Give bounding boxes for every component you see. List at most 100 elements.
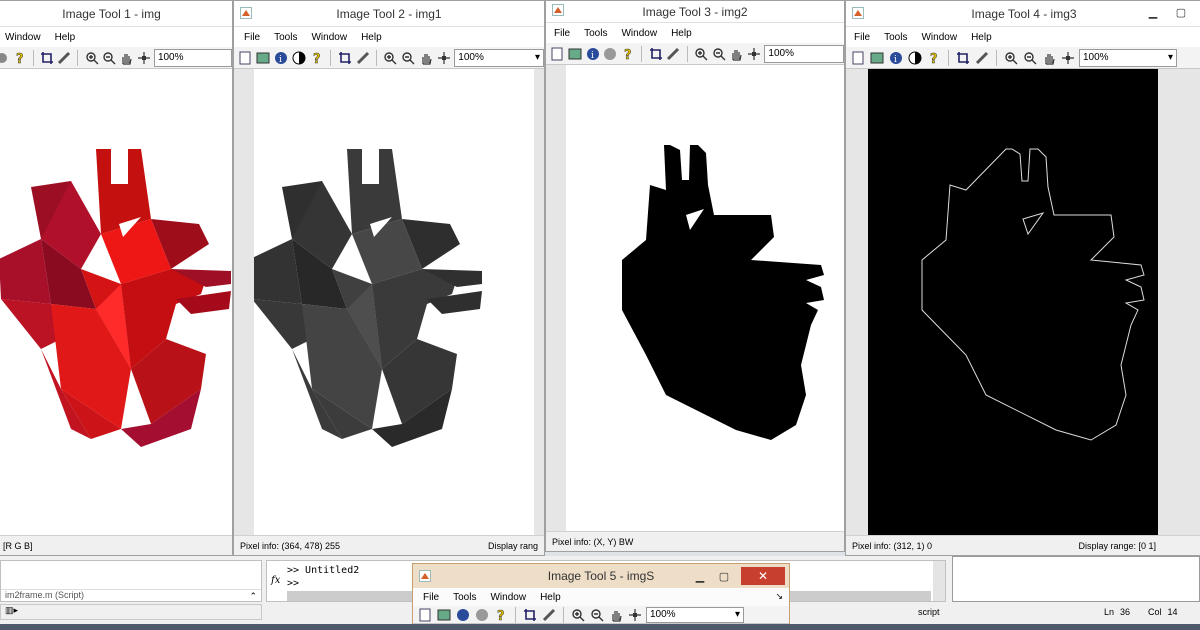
ruler-icon[interactable] [541,607,557,623]
menu-file[interactable]: File [854,32,870,43]
crop-icon[interactable] [522,607,538,623]
svg-text:?: ? [16,52,24,65]
menu-help[interactable]: Help [540,592,561,603]
zoom-select[interactable]: 100% ▾ [454,48,544,67]
maximize-icon[interactable]: ▢ [1174,5,1188,19]
window-titlebar[interactable]: Image Tool 4 - img3 ▁ ▢ [846,1,1200,27]
ruler-icon[interactable] [57,50,71,66]
minimize-icon[interactable]: ▁ [1146,5,1160,19]
image-info-icon[interactable] [256,50,271,66]
zoom-in-icon[interactable] [84,50,99,66]
pixel-region-icon[interactable] [137,50,151,66]
menu-tools[interactable]: Tools [453,592,476,603]
zoom-out-icon[interactable] [1022,50,1038,66]
help-icon[interactable]: ? [12,50,26,66]
menu-window[interactable]: Window [5,32,41,43]
maximize-icon[interactable]: ▢ [717,569,731,583]
menu-window[interactable]: Window [311,32,347,43]
info-icon[interactable]: i [888,50,904,66]
window-titlebar[interactable]: Image Tool 1 - img [0,1,232,27]
image-canvas[interactable] [0,69,232,535]
menu-help[interactable]: Help [971,32,992,43]
crop-icon[interactable] [337,50,352,66]
pixel-region-icon[interactable] [747,46,762,62]
menu-file[interactable]: File [554,28,570,39]
pixel-region-icon[interactable] [1060,50,1076,66]
zoom-in-icon[interactable] [1003,50,1019,66]
close-icon[interactable]: ✕ [741,567,785,585]
window-titlebar[interactable]: Image Tool 2 - img1 [234,1,544,27]
pan-hand-icon[interactable] [608,607,624,623]
image-canvas[interactable] [846,69,1200,535]
toolbar-separator [563,606,564,623]
zoom-select[interactable]: 100% ▾ [1079,48,1177,67]
contrast-icon[interactable] [907,50,923,66]
contrast-icon[interactable] [603,46,618,62]
vertical-scrollbar[interactable] [933,561,945,601]
zoom-out-icon[interactable] [711,46,726,62]
menu-file[interactable]: File [423,592,439,603]
help-icon[interactable]: ? [309,50,324,66]
new-document-icon[interactable] [550,46,565,62]
minimize-icon[interactable]: ▁ [693,569,707,583]
new-document-icon[interactable] [238,50,253,66]
help-icon[interactable]: ? [926,50,942,66]
zoom-in-icon[interactable] [570,607,586,623]
help-icon[interactable]: ? [493,607,509,623]
zoom-out-icon[interactable] [102,50,116,66]
image-canvas[interactable] [546,65,844,531]
menu-file[interactable]: File [244,32,260,43]
ruler-icon[interactable] [666,46,681,62]
pin-icon[interactable]: ↘ [775,591,783,602]
menu-window[interactable]: Window [490,592,526,603]
zoom-select[interactable]: 100% [764,44,844,63]
workspace-panel [952,556,1200,602]
window-titlebar[interactable]: Image Tool 5 - imgS ▁ ▢ ✕ [413,564,789,588]
pixel-region-icon[interactable] [436,50,451,66]
image-canvas[interactable] [234,69,544,535]
contrast-icon[interactable] [474,607,490,623]
image-info-icon[interactable] [568,46,583,62]
zoom-select[interactable]: 100% [153,48,232,67]
zoom-value: 100% [650,609,676,620]
zoom-in-icon[interactable] [383,50,398,66]
image-info-icon[interactable] [436,607,452,623]
menu-tools[interactable]: Tools [584,28,607,39]
file-label: im2frame.m (Script) [5,590,85,600]
menu-tools[interactable]: Tools [274,32,297,43]
crop-icon[interactable] [955,50,971,66]
grip-icon[interactable]: ▥▸ [5,605,18,615]
zoom-select[interactable]: 100% ▾ [646,606,744,623]
menu-tools[interactable]: Tools [884,32,907,43]
info-icon[interactable] [455,607,471,623]
menu-window[interactable]: Window [621,28,657,39]
zoom-in-icon[interactable] [694,46,709,62]
toolbar-separator [375,49,377,66]
circle-icon[interactable] [0,50,9,66]
ruler-icon[interactable] [974,50,990,66]
image-info-icon[interactable] [869,50,885,66]
pan-hand-icon[interactable] [729,46,744,62]
menu-window[interactable]: Window [921,32,957,43]
crop-icon[interactable] [40,50,54,66]
window-titlebar[interactable]: Image Tool 3 - img2 [546,1,844,23]
zoom-out-icon[interactable] [401,50,416,66]
menu-help[interactable]: Help [361,32,382,43]
info-icon[interactable]: i [274,50,289,66]
info-icon[interactable]: i [585,46,600,62]
ruler-icon[interactable] [355,50,370,66]
collapse-icon[interactable]: ⌃ [249,591,257,602]
new-document-icon[interactable] [850,50,866,66]
contrast-icon[interactable] [292,50,307,66]
menu-help[interactable]: Help [671,28,692,39]
zoom-out-icon[interactable] [589,607,605,623]
pan-hand-icon[interactable] [1041,50,1057,66]
pan-hand-icon[interactable] [119,50,133,66]
pan-hand-icon[interactable] [419,50,434,66]
new-document-icon[interactable] [417,607,433,623]
menu-help[interactable]: Help [55,32,76,43]
fx-icon[interactable]: fx [271,575,280,586]
pixel-region-icon[interactable] [627,607,643,623]
crop-icon[interactable] [648,46,663,62]
help-icon[interactable]: ? [621,46,636,62]
